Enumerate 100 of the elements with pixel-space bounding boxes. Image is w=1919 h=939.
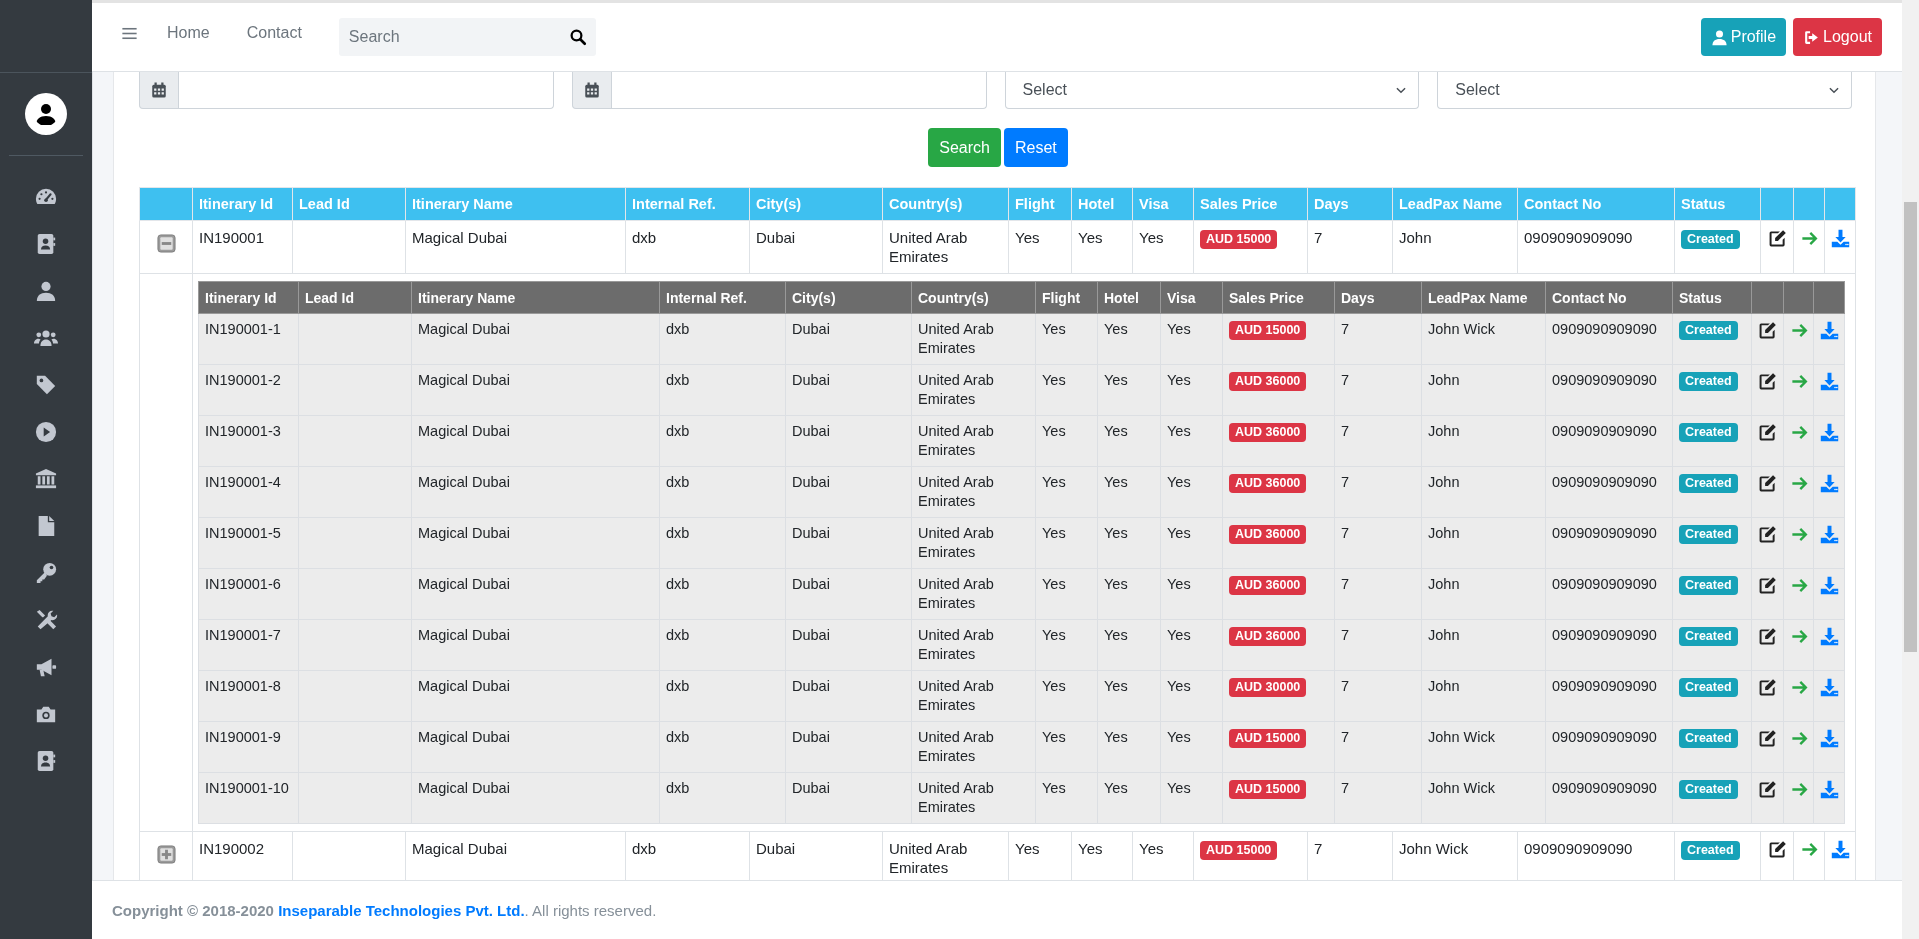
reset-button[interactable]: Reset: [1003, 128, 1068, 167]
edit-icon[interactable]: [1758, 474, 1777, 493]
column-header[interactable]: Internal Ref.: [659, 281, 786, 314]
tag-icon[interactable]: [34, 374, 58, 396]
edit-icon[interactable]: [1767, 229, 1787, 248]
calendar-addon[interactable]: [139, 72, 179, 109]
date-field[interactable]: [611, 72, 987, 109]
arrow-right-icon[interactable]: [1790, 780, 1809, 799]
table-cell: Yes: [1097, 568, 1161, 620]
column-header[interactable]: Sales Price: [1222, 281, 1335, 314]
download-icon[interactable]: [1831, 229, 1850, 248]
tools-icon[interactable]: [34, 609, 58, 631]
table-cell: Yes: [1035, 313, 1098, 365]
table-cell: dxb: [659, 517, 786, 569]
key-icon[interactable]: [34, 562, 58, 584]
download-icon[interactable]: [1820, 525, 1839, 544]
select-field[interactable]: Select: [1437, 72, 1852, 109]
table-cell: IN190001-8: [198, 670, 299, 722]
table-cell: Yes: [1160, 517, 1223, 569]
company-link[interactable]: Inseparable Technologies Pvt. Ltd.: [278, 901, 525, 919]
edit-icon[interactable]: [1758, 525, 1777, 544]
download-icon[interactable]: [1820, 321, 1839, 340]
column-header[interactable]: Flight: [1035, 281, 1098, 314]
sales-price-badge: AUD 15000: [1229, 321, 1307, 340]
logout-button[interactable]: Logout: [1793, 18, 1882, 56]
sales-price-badge: AUD 30000: [1229, 678, 1307, 697]
status-badge: Created: [1679, 474, 1738, 493]
search-field[interactable]: Search: [338, 18, 560, 56]
edit-icon[interactable]: [1758, 423, 1777, 442]
table-cell: John: [1392, 220, 1518, 274]
column-header[interactable]: Hotel: [1097, 281, 1161, 314]
column-header[interactable]: LeadPax Name: [1421, 281, 1546, 314]
play-icon[interactable]: [34, 421, 58, 443]
search-button[interactable]: [559, 18, 596, 56]
table-cell: United Arab Emirates: [911, 619, 1036, 671]
column-header[interactable]: Visa: [1160, 281, 1223, 314]
edit-icon[interactable]: [1758, 780, 1777, 799]
edit-icon[interactable]: [1758, 576, 1777, 595]
arrow-right-icon[interactable]: [1790, 729, 1809, 748]
arrow-right-icon[interactable]: [1800, 229, 1819, 248]
edit-icon[interactable]: [1758, 321, 1777, 340]
column-header[interactable]: Contact No: [1545, 281, 1673, 314]
table-cell: Yes: [1160, 568, 1223, 620]
column-header[interactable]: Lead Id: [298, 281, 412, 314]
download-icon[interactable]: [1820, 729, 1839, 748]
table-cell: John: [1421, 517, 1546, 569]
arrow-right-icon[interactable]: [1790, 627, 1809, 646]
edit-icon[interactable]: [1758, 729, 1777, 748]
edit-icon[interactable]: [1758, 372, 1777, 391]
calendar-addon[interactable]: [571, 72, 612, 109]
arrow-right-icon[interactable]: [1800, 840, 1819, 859]
sales-price-badge: AUD 15000: [1229, 780, 1307, 799]
user-icon[interactable]: [34, 280, 58, 302]
download-icon[interactable]: [1820, 423, 1839, 442]
megaphone-icon[interactable]: [34, 656, 58, 678]
users-icon[interactable]: [34, 327, 58, 349]
column-header[interactable]: Country(s): [911, 281, 1036, 314]
download-icon[interactable]: [1831, 840, 1850, 859]
edit-icon[interactable]: [1758, 678, 1777, 697]
collapse-icon[interactable]: [156, 234, 176, 253]
column-header[interactable]: Days: [1334, 281, 1422, 314]
arrow-right-icon[interactable]: [1790, 321, 1809, 340]
table-cell: John: [1421, 466, 1546, 518]
avatar-icon[interactable]: [25, 93, 67, 135]
table-cell: Yes: [1035, 364, 1098, 416]
bank-icon[interactable]: [34, 468, 58, 490]
column-header[interactable]: City(s): [785, 281, 912, 314]
search-button[interactable]: Search: [928, 128, 1001, 167]
download-icon[interactable]: [1820, 474, 1839, 493]
select-field[interactable]: Select: [1004, 72, 1420, 109]
arrow-right-icon[interactable]: [1790, 423, 1809, 442]
arrow-right-icon[interactable]: [1790, 474, 1809, 493]
column-header[interactable]: Itinerary Name: [411, 281, 660, 314]
arrow-right-icon[interactable]: [1790, 576, 1809, 595]
nav-link[interactable]: Contact: [246, 24, 302, 42]
table-cell: dxb: [659, 364, 786, 416]
table-cell: Yes: [1097, 466, 1161, 518]
table-cell: Yes: [1071, 220, 1133, 274]
download-icon[interactable]: [1820, 678, 1839, 697]
download-icon[interactable]: [1820, 576, 1839, 595]
download-icon[interactable]: [1820, 627, 1839, 646]
date-field[interactable]: [179, 72, 554, 109]
edit-icon[interactable]: [1758, 627, 1777, 646]
table-cell: Yes: [1132, 220, 1194, 274]
arrow-right-icon[interactable]: [1790, 372, 1809, 391]
table-cell: United Arab Emirates: [911, 721, 1036, 773]
column-header[interactable]: Itinerary Id: [198, 281, 299, 314]
table-cell: John Wick: [1421, 772, 1546, 824]
arrow-right-icon[interactable]: [1790, 678, 1809, 697]
table-cell: Yes: [1008, 220, 1072, 274]
download-icon[interactable]: [1820, 780, 1839, 799]
download-icon[interactable]: [1820, 372, 1839, 391]
nav-link[interactable]: Home: [167, 24, 210, 42]
column-header[interactable]: Status: [1672, 281, 1752, 314]
table-cell: Yes: [1035, 670, 1098, 722]
edit-icon[interactable]: [1767, 840, 1787, 859]
arrow-right-icon[interactable]: [1790, 525, 1809, 544]
profile-button[interactable]: Profile: [1700, 18, 1787, 56]
expand-icon[interactable]: [156, 845, 176, 864]
calendar-icon: [150, 81, 168, 99]
